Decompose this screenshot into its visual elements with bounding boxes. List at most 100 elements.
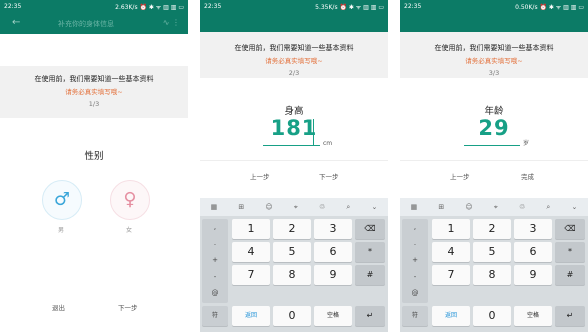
key-9[interactable]: 9 xyxy=(514,265,552,285)
collapse-keyboard-icon[interactable]: ⌄ xyxy=(571,203,577,211)
prev-button[interactable]: 上一步 xyxy=(450,171,470,181)
key-0[interactable]: 0 xyxy=(273,306,311,326)
key-5[interactable]: 5 xyxy=(273,242,311,262)
symbol-column[interactable]: , . + - @ xyxy=(402,219,428,303)
symbol-key[interactable]: - xyxy=(402,273,428,281)
divider xyxy=(400,160,588,161)
emoji-icon[interactable]: ☺ xyxy=(465,203,472,211)
info-banner: 在使用前，我们需要知道一些基本资料 请务必真实填写哦~ 2/3 xyxy=(200,32,388,78)
hash-key[interactable]: # xyxy=(555,265,585,285)
gender-screen: 22:35 2.63K/s ⏰ ✱ ᯤ ▥ ▥ ▭ ← 补充你的身体信息 ∿ ⋮… xyxy=(0,0,188,332)
female-label: 女 xyxy=(125,227,132,234)
numeric-keyboard: , . + - @ 1 2 3 ⌫ 4 5 6 * 7 8 9 # 符 返回 0… xyxy=(400,216,588,332)
symbol-key[interactable]: + xyxy=(402,256,428,264)
key-7[interactable]: 7 xyxy=(232,265,270,285)
app-bar-actions-icon[interactable]: ∿ ⋮ xyxy=(163,18,180,27)
app-bar xyxy=(400,13,588,32)
text-cursor xyxy=(313,119,314,145)
space-key[interactable]: 空格 xyxy=(314,306,352,326)
menu-grid-icon[interactable]: ▦ xyxy=(211,203,218,211)
return-key[interactable]: 返回 xyxy=(232,306,270,326)
symbol-key[interactable]: . xyxy=(402,239,428,247)
height-screen: 22:35 5.35K/s ⏰ ✱ ᯤ ▥ ▥ ▭ 在使用前，我们需要知道一些基… xyxy=(200,0,388,332)
key-1[interactable]: 1 xyxy=(432,219,470,239)
key-3[interactable]: 3 xyxy=(314,219,352,239)
key-3[interactable]: 3 xyxy=(514,219,552,239)
numeric-keyboard: , . + - @ 1 2 3 ⌫ 4 5 6 * 7 8 9 # 符 返回 0… xyxy=(200,216,388,332)
key-7[interactable]: 7 xyxy=(432,265,470,285)
key-2[interactable]: 2 xyxy=(473,219,511,239)
key-8[interactable]: 8 xyxy=(273,265,311,285)
key-4[interactable]: 4 xyxy=(232,242,270,262)
key-0[interactable]: 0 xyxy=(473,306,511,326)
app-bar-title: 补充你的身体信息 xyxy=(58,20,114,28)
height-value-input[interactable]: 181 xyxy=(200,116,388,140)
step-indicator: 3/3 xyxy=(488,69,500,77)
question-label: 年龄 xyxy=(484,106,504,117)
divider xyxy=(200,160,388,161)
emoji-icon[interactable]: ☺ xyxy=(265,203,272,211)
return-key[interactable]: 返回 xyxy=(432,306,470,326)
symbol-key[interactable]: . xyxy=(202,239,228,247)
key-9[interactable]: 9 xyxy=(314,265,352,285)
male-label: 男 xyxy=(57,227,64,234)
symbol-switch-key[interactable]: 符 xyxy=(402,306,428,326)
backspace-key[interactable]: ⌫ xyxy=(355,219,385,239)
key-5[interactable]: 5 xyxy=(473,242,511,262)
symbol-key[interactable]: + xyxy=(202,256,228,264)
symbol-key[interactable]: @ xyxy=(202,289,228,297)
key-8[interactable]: 8 xyxy=(473,265,511,285)
next-button[interactable]: 下一步 xyxy=(319,171,339,181)
value-underline xyxy=(464,145,520,146)
prev-button[interactable]: 上一步 xyxy=(250,171,270,181)
key-1[interactable]: 1 xyxy=(232,219,270,239)
app-bar: ← 补充你的身体信息 ∿ ⋮ xyxy=(0,13,188,34)
collapse-keyboard-icon[interactable]: ⌄ xyxy=(371,203,377,211)
age-screen: 22:35 0.50K/s ⏰ ✱ ᯤ ▥ ▥ ▭ 在使用前，我们需要知道一些基… xyxy=(400,0,588,332)
clipboard-icon[interactable]: ♲ xyxy=(319,203,325,211)
info-line2: 请务必真实填写哦~ xyxy=(65,88,123,96)
info-banner: 在使用前，我们需要知道一些基本资料 请务必真实填写哦~ 1/3 xyxy=(0,66,188,118)
symbol-switch-key[interactable]: 符 xyxy=(202,306,228,326)
search-icon[interactable]: ⌕ xyxy=(346,203,350,212)
hash-key[interactable]: # xyxy=(355,265,385,285)
female-option[interactable]: ♀ xyxy=(110,180,150,220)
age-value-input[interactable]: 29 xyxy=(400,116,588,140)
space-key[interactable]: 空格 xyxy=(514,306,552,326)
status-time: 22:35 xyxy=(4,3,22,10)
key-6[interactable]: 6 xyxy=(314,242,352,262)
info-line1: 在使用前，我们需要知道一些基本资料 xyxy=(34,75,154,83)
keyboard-toolbar: ▦ ⊞ ☺ ⌖ ♲ ⌕ ⌄ xyxy=(400,198,588,216)
symbol-column[interactable]: , . + - @ xyxy=(202,219,228,303)
male-option[interactable]: ♂ xyxy=(42,180,82,220)
enter-key[interactable]: ↵ xyxy=(555,306,585,326)
male-symbol-icon: ♂ xyxy=(53,189,71,210)
finish-button[interactable]: 完成 xyxy=(521,171,534,181)
status-indicators: 5.35K/s ⏰ ✱ ᯤ ▥ ▥ ▭ xyxy=(315,3,384,11)
symbol-key[interactable]: - xyxy=(202,273,228,281)
key-6[interactable]: 6 xyxy=(514,242,552,262)
menu-grid-icon[interactable]: ▦ xyxy=(411,203,418,211)
symbol-key[interactable]: , xyxy=(202,223,228,231)
backspace-key[interactable]: ⌫ xyxy=(555,219,585,239)
star-key[interactable]: * xyxy=(355,242,385,262)
exit-button[interactable]: 退出 xyxy=(52,302,65,312)
next-button[interactable]: 下一步 xyxy=(118,302,138,312)
key-4[interactable]: 4 xyxy=(432,242,470,262)
step-indicator: 1/3 xyxy=(88,100,100,108)
cursor-move-icon[interactable]: ⌖ xyxy=(494,203,498,212)
info-line1: 在使用前，我们需要知道一些基本资料 xyxy=(234,44,354,52)
status-indicators: 2.63K/s ⏰ ✱ ᯤ ▥ ▥ ▭ xyxy=(115,3,184,11)
enter-key[interactable]: ↵ xyxy=(355,306,385,326)
symbol-key[interactable]: @ xyxy=(402,289,428,297)
keyboard-layout-icon[interactable]: ⊞ xyxy=(238,203,244,211)
star-key[interactable]: * xyxy=(555,242,585,262)
cursor-move-icon[interactable]: ⌖ xyxy=(294,203,298,212)
keyboard-layout-icon[interactable]: ⊞ xyxy=(438,203,444,211)
clipboard-icon[interactable]: ♲ xyxy=(519,203,525,211)
symbol-key[interactable]: , xyxy=(402,223,428,231)
key-2[interactable]: 2 xyxy=(273,219,311,239)
back-arrow-icon[interactable]: ← xyxy=(12,17,20,28)
search-icon[interactable]: ⌕ xyxy=(546,203,550,212)
info-line2: 请务必真实填写哦~ xyxy=(465,57,523,65)
